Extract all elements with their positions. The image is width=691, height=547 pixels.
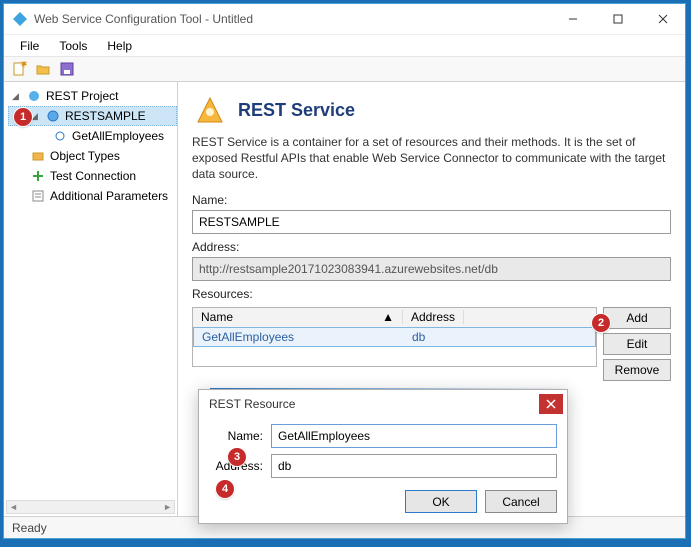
app-icon: [12, 11, 28, 27]
dialog-close-button[interactable]: [539, 394, 563, 414]
project-tree[interactable]: ◢ REST Project ◢ RESTSAMPLE GetAllEmploy…: [4, 82, 178, 516]
rest-service-icon: [192, 92, 228, 128]
menu-bar: File Tools Help: [4, 34, 685, 56]
tree-service-label: RESTSAMPLE: [65, 109, 146, 123]
tree-horizontal-scrollbar[interactable]: ◄►: [6, 500, 175, 514]
test-connection-icon: [30, 168, 46, 184]
resources-grid[interactable]: Name ▲ Address GetAllEmployees db: [192, 307, 597, 367]
service-name-input[interactable]: [192, 210, 671, 234]
maximize-button[interactable]: [595, 4, 640, 34]
expander-icon[interactable]: ◢: [31, 111, 41, 122]
name-label: Name:: [192, 193, 671, 207]
tool-bar: ✶: [4, 56, 685, 82]
window-buttons: [550, 4, 685, 34]
tree-test-connection-label: Test Connection: [50, 169, 136, 183]
grid-row[interactable]: GetAllEmployees db: [193, 327, 596, 347]
project-icon: [26, 88, 42, 104]
service-icon: [45, 108, 61, 124]
edit-button[interactable]: Edit: [603, 333, 671, 355]
col-header-name[interactable]: Name ▲: [193, 310, 403, 324]
dialog-title: REST Resource: [209, 397, 539, 411]
tree-object-types[interactable]: Object Types: [8, 146, 177, 166]
object-types-icon: [30, 148, 46, 164]
tree-root[interactable]: ◢ REST Project: [8, 86, 177, 106]
dialog-name-label: Name:: [209, 429, 263, 443]
callout-4: 4: [216, 480, 234, 498]
col-header-address[interactable]: Address: [403, 310, 464, 324]
svg-text:✶: ✶: [19, 61, 27, 71]
address-label: Address:: [192, 240, 671, 254]
panel-description: REST Service is a container for a set of…: [192, 134, 671, 183]
panel-header: REST Service: [192, 92, 671, 128]
tree-object-types-label: Object Types: [50, 149, 120, 163]
sort-asc-icon: ▲: [382, 310, 394, 324]
expander-icon[interactable]: ◢: [12, 91, 22, 102]
callout-1: 1: [14, 108, 32, 126]
tree-service[interactable]: ◢ RESTSAMPLE: [8, 106, 177, 126]
resources-label: Resources:: [192, 287, 671, 301]
cell-name: GetAllEmployees: [194, 330, 404, 344]
remove-button[interactable]: Remove: [603, 359, 671, 381]
dialog-title-bar: REST Resource: [199, 390, 567, 418]
dialog-address-input[interactable]: [271, 454, 557, 478]
save-icon[interactable]: [58, 60, 76, 78]
cell-address: db: [404, 330, 433, 344]
add-button[interactable]: Add: [603, 307, 671, 329]
tree-additional-parameters[interactable]: Additional Parameters: [8, 186, 177, 206]
menu-file[interactable]: File: [12, 37, 47, 55]
additional-parameters-icon: [30, 188, 46, 204]
panel-heading: REST Service: [238, 100, 355, 121]
tree-additional-parameters-label: Additional Parameters: [50, 189, 168, 203]
service-address-input[interactable]: [192, 257, 671, 281]
tree-operation[interactable]: GetAllEmployees: [8, 126, 177, 146]
cancel-button[interactable]: Cancel: [485, 490, 557, 513]
resource-buttons: Add Edit Remove: [603, 307, 671, 381]
callout-2: 2: [592, 314, 610, 332]
close-button[interactable]: [640, 4, 685, 34]
rest-resource-dialog: REST Resource Name: Address: OK Cancel: [198, 389, 568, 524]
window-title: Web Service Configuration Tool - Untitle…: [34, 12, 550, 26]
grid-header: Name ▲ Address: [193, 308, 596, 328]
operation-icon: [52, 128, 68, 144]
status-text: Ready: [12, 521, 47, 535]
dialog-name-input[interactable]: [271, 424, 557, 448]
callout-3: 3: [228, 448, 246, 466]
dialog-button-row: OK Cancel: [199, 484, 567, 523]
tree-operation-label: GetAllEmployees: [72, 129, 164, 143]
menu-tools[interactable]: Tools: [51, 37, 95, 55]
tree-test-connection[interactable]: Test Connection: [8, 166, 177, 186]
open-folder-icon[interactable]: [34, 60, 52, 78]
tree-root-label: REST Project: [46, 89, 118, 103]
dialog-address-row: Address:: [209, 454, 557, 478]
ok-button[interactable]: OK: [405, 490, 477, 513]
menu-help[interactable]: Help: [99, 37, 140, 55]
new-file-icon[interactable]: ✶: [10, 60, 28, 78]
title-bar: Web Service Configuration Tool - Untitle…: [4, 4, 685, 34]
minimize-button[interactable]: [550, 4, 595, 34]
dialog-name-row: Name:: [209, 424, 557, 448]
